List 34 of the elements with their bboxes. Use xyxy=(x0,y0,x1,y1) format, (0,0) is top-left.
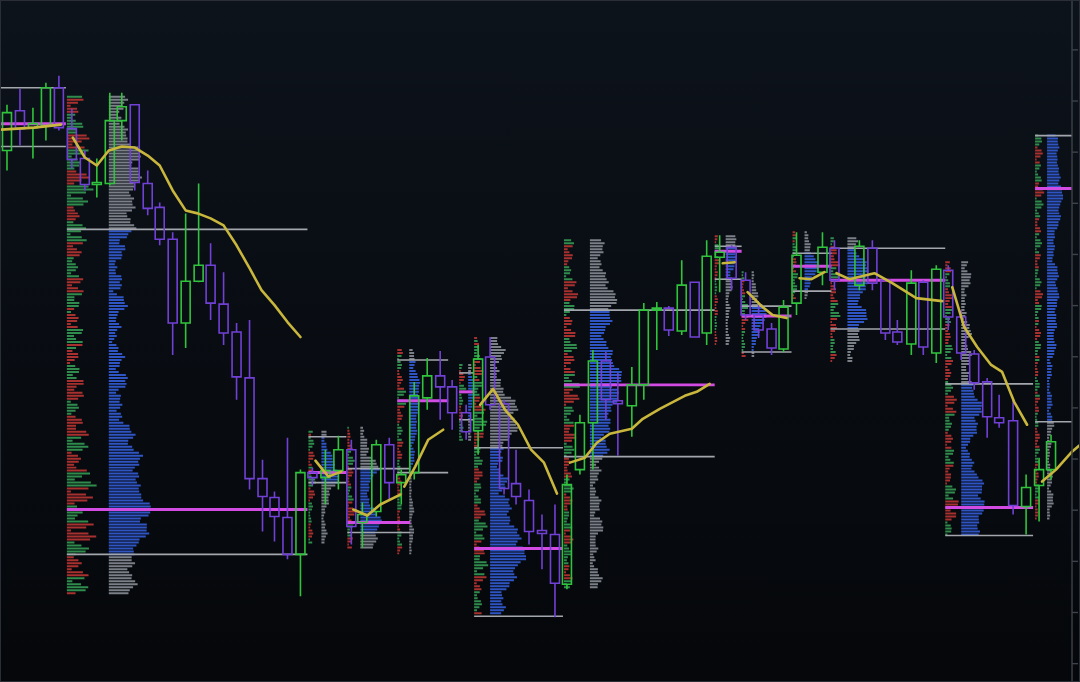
value-area-line xyxy=(1034,420,1073,423)
poc-line xyxy=(347,520,411,524)
volume-profile xyxy=(803,231,820,300)
poc-line xyxy=(459,390,475,394)
value-area-line xyxy=(713,245,743,248)
value-area-line xyxy=(1,86,67,89)
moving-average-line xyxy=(402,428,445,488)
delta-profile xyxy=(791,231,799,300)
value-area-line xyxy=(307,435,348,438)
poc-line xyxy=(308,471,347,475)
value-area-line xyxy=(740,305,793,307)
moving-average-line xyxy=(352,493,402,517)
poc-line xyxy=(1,122,66,126)
poc-line xyxy=(714,249,742,253)
moving-average-line xyxy=(1,123,63,131)
moving-average-line xyxy=(746,290,788,320)
poc-line xyxy=(792,264,832,268)
moving-average-line xyxy=(1040,444,1079,483)
poc-line xyxy=(397,399,449,403)
moving-average-line xyxy=(798,270,826,281)
value-area-line xyxy=(307,481,348,484)
moving-average-line xyxy=(721,260,736,265)
value-area-line xyxy=(396,359,449,361)
poc-line xyxy=(741,314,792,318)
value-area-line xyxy=(346,531,412,534)
value-area-line xyxy=(713,278,743,280)
moving-average-line xyxy=(314,459,343,478)
value-area-line xyxy=(1034,134,1073,137)
poc-line xyxy=(1035,186,1072,190)
value-area-line xyxy=(458,418,475,421)
value-area-line xyxy=(740,351,793,353)
value-area-line xyxy=(1,145,67,148)
value-area-line xyxy=(458,372,475,374)
value-area-line xyxy=(791,290,833,292)
